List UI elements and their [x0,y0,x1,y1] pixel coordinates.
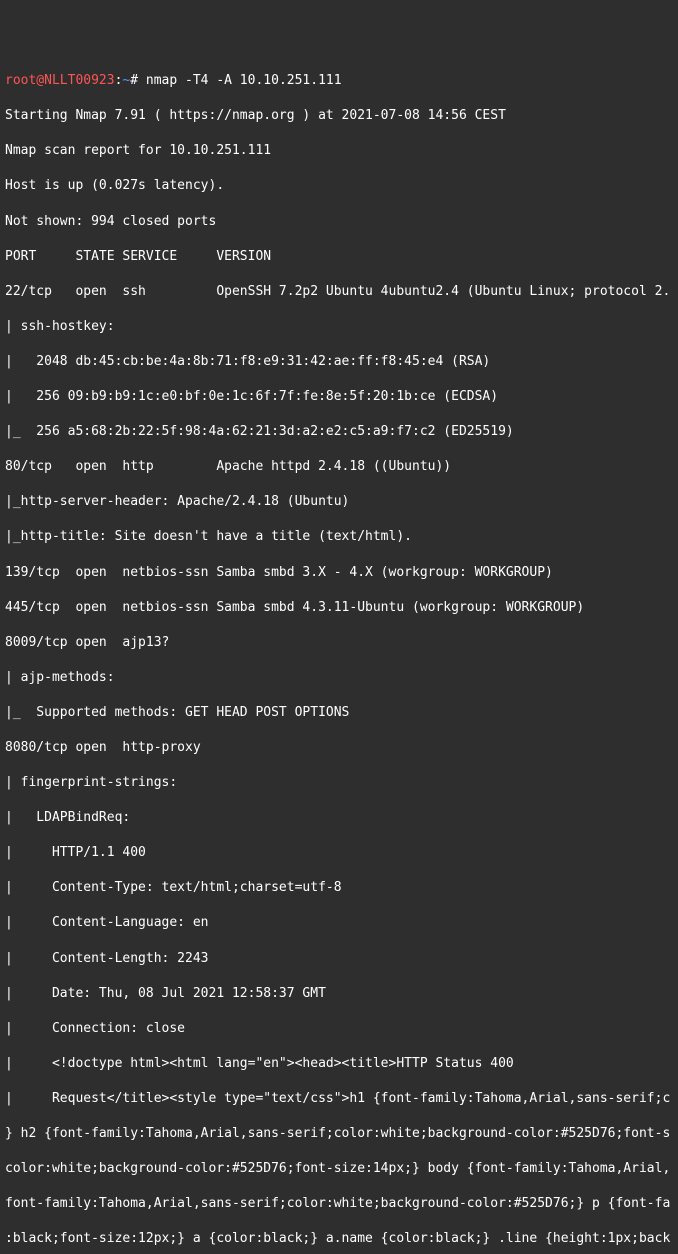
output-line: | LDAPBindReq: [5,809,673,827]
command-text: nmap -T4 -A 10.10.251.111 [146,73,342,88]
output-line: | Request</title><style type="text/css">… [5,1090,673,1108]
output-line: 8009/tcp open ajp13? [5,634,673,652]
output-line: color:white;background-color:#525D76;fon… [5,1160,673,1178]
output-line: |_ Supported methods: GET HEAD POST OPTI… [5,704,673,722]
output-line: PORT STATE SERVICE VERSION [5,248,673,266]
output-line: 139/tcp open netbios-ssn Samba smbd 3.X … [5,564,673,582]
output-line: | Content-Type: text/html;charset=utf-8 [5,879,673,897]
output-line: | ajp-methods: [5,669,673,687]
output-line: :black;font-size:12px;} a {color:black;}… [5,1230,673,1248]
output-line: 445/tcp open netbios-ssn Samba smbd 4.3.… [5,599,673,617]
output-line: |_http-title: Site doesn't have a title … [5,528,673,546]
output-line: | HTTP/1.1 400 [5,844,673,862]
output-line: |_ 256 a5:68:2b:22:5f:98:4a:62:21:3d:a2:… [5,423,673,441]
prompt-user: root@NLLT00923 [5,73,115,88]
output-line: 8080/tcp open http-proxy [5,739,673,757]
output-line: | 256 09:b9:b9:1c:e0:bf:0e:1c:6f:7f:fe:8… [5,388,673,406]
output-line: | Connection: close [5,1020,673,1038]
output-line: | fingerprint-strings: [5,774,673,792]
output-line: Host is up (0.027s latency). [5,177,673,195]
prompt-hash: # [130,73,146,88]
output-line: 80/tcp open http Apache httpd 2.4.18 ((U… [5,458,673,476]
output-line: | 2048 db:45:cb:be:4a:8b:71:f8:e9:31:42:… [5,353,673,371]
prompt-line[interactable]: root@NLLT00923:~# nmap -T4 -A 10.10.251.… [5,72,673,90]
output-line: Nmap scan report for 10.10.251.111 [5,142,673,160]
output-line: |_http-server-header: Apache/2.4.18 (Ubu… [5,493,673,511]
output-line: | Date: Thu, 08 Jul 2021 12:58:37 GMT [5,985,673,1003]
output-line: | ssh-hostkey: [5,318,673,336]
output-line: | Content-Language: en [5,914,673,932]
output-line: } h2 {font-family:Tahoma,Arial,sans-seri… [5,1125,673,1143]
output-line: 22/tcp open ssh OpenSSH 7.2p2 Ubuntu 4ub… [5,283,673,301]
output-line: | <!doctype html><html lang="en"><head><… [5,1055,673,1073]
output-line: Not shown: 994 closed ports [5,213,673,231]
output-line: | Content-Length: 2243 [5,950,673,968]
output-line: Starting Nmap 7.91 ( https://nmap.org ) … [5,107,673,125]
output-line: font-family:Tahoma,Arial,sans-serif;colo… [5,1195,673,1213]
